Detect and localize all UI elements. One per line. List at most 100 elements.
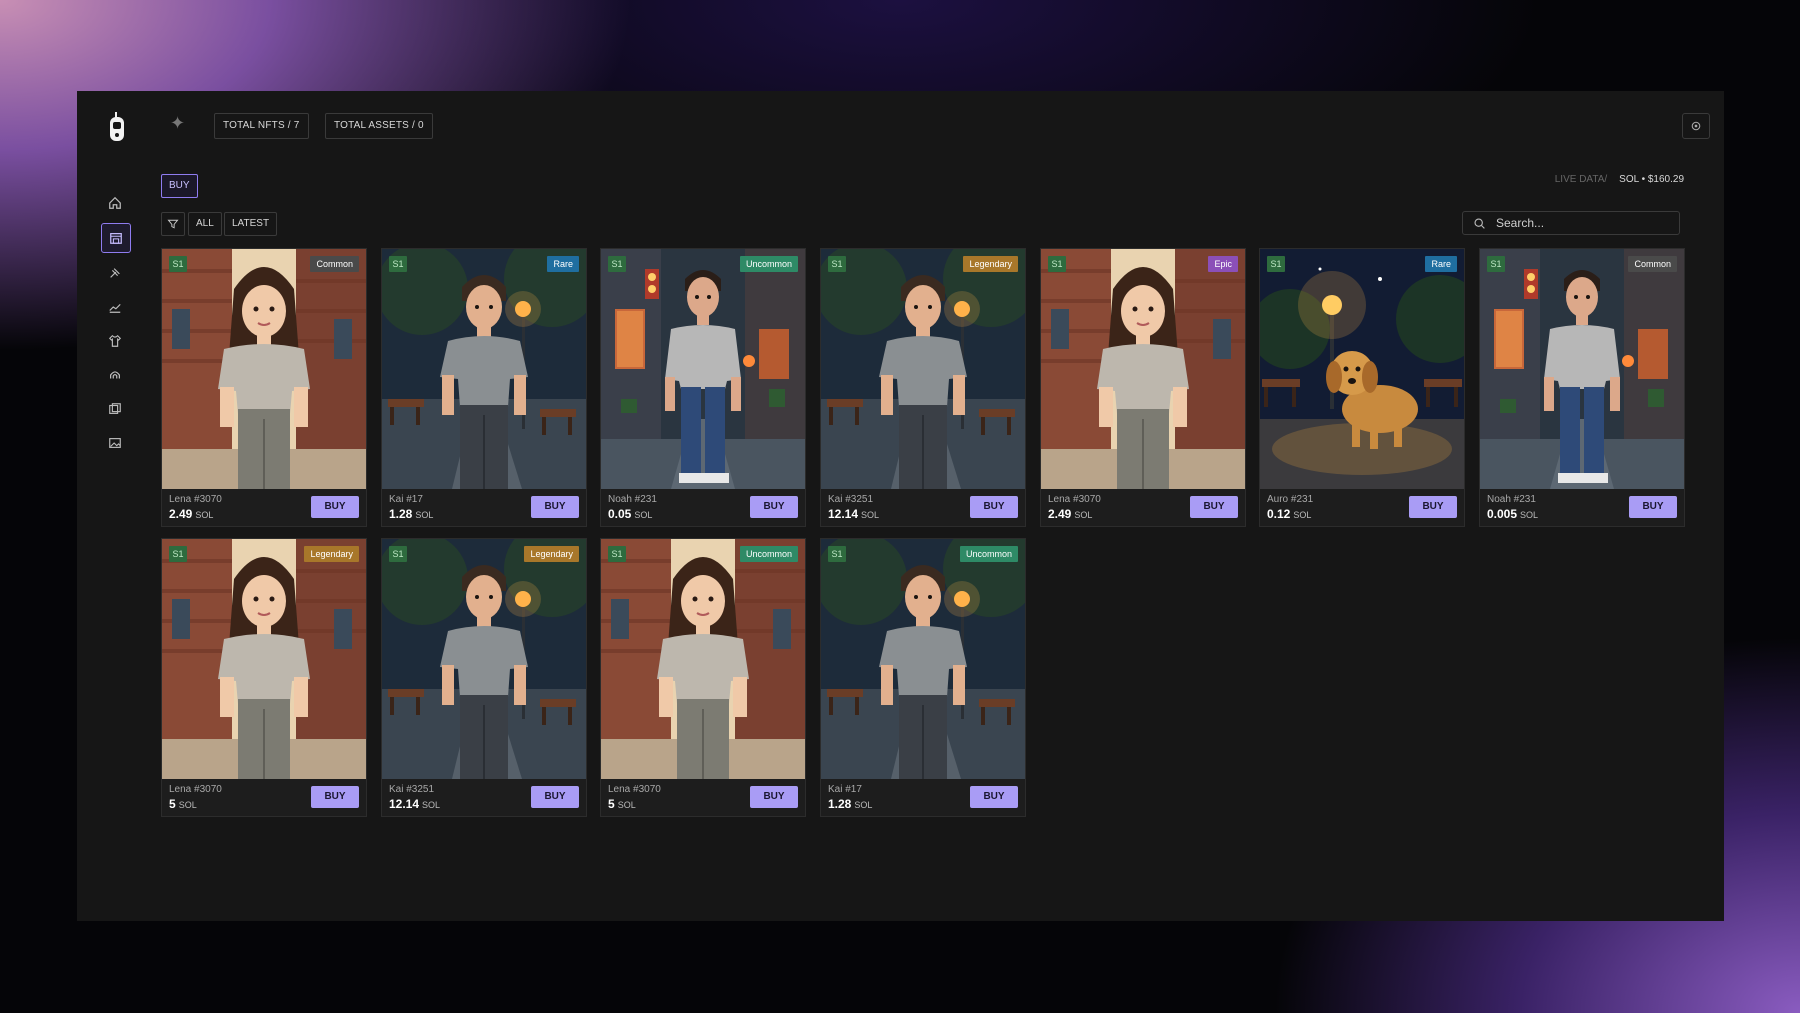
nft-name: Kai #3251 (828, 494, 874, 505)
price-value: 2.49 (169, 507, 193, 521)
sidebar-item-collection[interactable] (101, 395, 129, 423)
chart-icon (109, 303, 121, 313)
season-badge: S1 (1267, 256, 1285, 272)
buy-button[interactable]: BUY (970, 786, 1018, 808)
price-unit: SOL (1293, 510, 1312, 520)
sidebar (101, 189, 131, 463)
price-value: 2.49 (1048, 507, 1072, 521)
buy-button[interactable]: BUY (311, 496, 359, 518)
buy-button[interactable]: BUY (970, 496, 1018, 518)
buy-button[interactable]: BUY (531, 786, 579, 808)
nft-name: Auro #231 (1267, 494, 1314, 505)
nft-card[interactable]: S1 Common Lena #3070 2.49 SOL BUY (161, 248, 367, 527)
buy-button[interactable]: BUY (1190, 496, 1238, 518)
search-input[interactable] (1494, 215, 1668, 231)
settings-button[interactable] (1682, 113, 1710, 139)
buy-button[interactable]: BUY (531, 496, 579, 518)
nft-card[interactable]: S1 Rare Kai #17 1.28 SOL BUY (381, 248, 587, 527)
price-value: 0.12 (1267, 507, 1291, 521)
nft-artwork[interactable] (821, 249, 1025, 489)
nft-card[interactable]: S1 Legendary Kai #3251 12.14 SOL BUY (820, 248, 1026, 527)
nft-name: Lena #3070 (169, 494, 222, 505)
nft-card[interactable]: S1 Rare Auro #231 0.12 SOL BUY (1259, 248, 1465, 527)
sidebar-item-wardrobe[interactable] (101, 327, 129, 355)
price-value: 5 (169, 797, 176, 811)
buy-button[interactable]: BUY (1629, 496, 1677, 518)
nft-card[interactable]: S1 Legendary Kai #3251 12.14 SOL BUY (381, 538, 587, 817)
rarity-badge: Common (310, 256, 359, 272)
sidebar-item-craft[interactable] (101, 259, 129, 287)
nft-card[interactable]: S1 Uncommon Noah #231 0.05 SOL BUY (600, 248, 806, 527)
nft-name: Kai #17 (828, 784, 862, 795)
gear-icon (1691, 121, 1701, 131)
nft-artwork[interactable] (1260, 249, 1464, 489)
season-badge: S1 (389, 256, 407, 272)
price-unit: SOL (415, 510, 434, 520)
nft-artwork[interactable] (601, 249, 805, 489)
filter-button[interactable] (161, 212, 185, 236)
home-icon (109, 196, 121, 209)
nft-artwork[interactable] (162, 539, 366, 779)
nft-price: 12.14 SOL (389, 797, 440, 811)
tab-buy[interactable]: BUY (161, 174, 198, 198)
nft-artwork[interactable] (821, 539, 1025, 779)
sidebar-item-arch[interactable] (101, 361, 129, 389)
sparkle-icon[interactable]: ✦ (170, 114, 186, 132)
live-data-label: LIVE DATA/ (1554, 174, 1608, 185)
nft-name: Noah #231 (1487, 494, 1536, 505)
filter-icon (167, 219, 179, 229)
nft-artwork[interactable] (601, 539, 805, 779)
nft-artwork[interactable] (162, 249, 366, 489)
season-badge: S1 (389, 546, 407, 562)
nft-card[interactable]: S1 Epic Lena #3070 2.49 SOL BUY (1040, 248, 1246, 527)
nft-name: Lena #3070 (608, 784, 661, 795)
nft-card[interactable]: S1 Common Noah #231 0.005 SOL BUY (1479, 248, 1685, 527)
nft-artwork[interactable] (1041, 249, 1245, 489)
nft-price: 5 SOL (169, 797, 197, 811)
nft-card[interactable]: S1 Legendary Lena #3070 5 SOL BUY (161, 538, 367, 817)
price-unit: SOL (195, 510, 214, 520)
sidebar-item-stats[interactable] (101, 293, 129, 321)
buy-button[interactable]: BUY (1409, 496, 1457, 518)
price-value: 1.28 (828, 797, 852, 811)
arch-icon (110, 371, 120, 379)
sidebar-item-market[interactable] (101, 223, 131, 253)
logo-icon[interactable] (107, 111, 127, 145)
nft-card[interactable]: S1 Uncommon Lena #3070 5 SOL BUY (600, 538, 806, 817)
sol-price: SOL • $160.29 (1619, 174, 1684, 185)
buy-button[interactable]: BUY (750, 496, 798, 518)
search-box[interactable] (1462, 211, 1680, 235)
image-icon (109, 438, 121, 448)
nft-price: 0.005 SOL (1487, 507, 1538, 521)
layers-icon (109, 403, 121, 414)
nft-artwork[interactable] (382, 249, 586, 489)
nft-artwork[interactable] (382, 539, 586, 779)
nft-card[interactable]: S1 Uncommon Kai #17 1.28 SOL BUY (820, 538, 1026, 817)
rarity-badge: Rare (547, 256, 579, 272)
buy-button[interactable]: BUY (311, 786, 359, 808)
search-icon (1474, 217, 1485, 229)
filter-latest-button[interactable]: LATEST (224, 212, 278, 236)
buy-button[interactable]: BUY (750, 786, 798, 808)
price-unit: SOL (178, 800, 197, 810)
nft-artwork[interactable] (1480, 249, 1684, 489)
season-badge: S1 (169, 256, 187, 272)
sidebar-item-home[interactable] (101, 189, 129, 217)
sidebar-item-gallery[interactable] (101, 429, 129, 457)
nft-price: 0.05 SOL (608, 507, 652, 521)
live-data: LIVE DATA/SOL • $160.29 (1555, 174, 1684, 185)
season-badge: S1 (1048, 256, 1066, 272)
filter-all-button[interactable]: ALL (188, 212, 222, 236)
season-badge: S1 (828, 256, 846, 272)
rarity-badge: Legendary (524, 546, 579, 562)
total-assets-chip: TOTAL ASSETS / 0 (325, 113, 433, 139)
total-nfts-chip: TOTAL NFTS / 7 (214, 113, 309, 139)
rarity-badge: Legendary (963, 256, 1018, 272)
rarity-badge: Uncommon (739, 256, 798, 272)
store-icon (110, 233, 122, 244)
price-value: 1.28 (389, 507, 413, 521)
app-window: ✦ TOTAL NFTS / 7 TOTAL ASSETS / 0 BUY LI… (77, 91, 1724, 921)
price-unit: SOL (617, 800, 636, 810)
price-value: 0.005 (1487, 507, 1518, 521)
price-unit: SOL (854, 800, 873, 810)
